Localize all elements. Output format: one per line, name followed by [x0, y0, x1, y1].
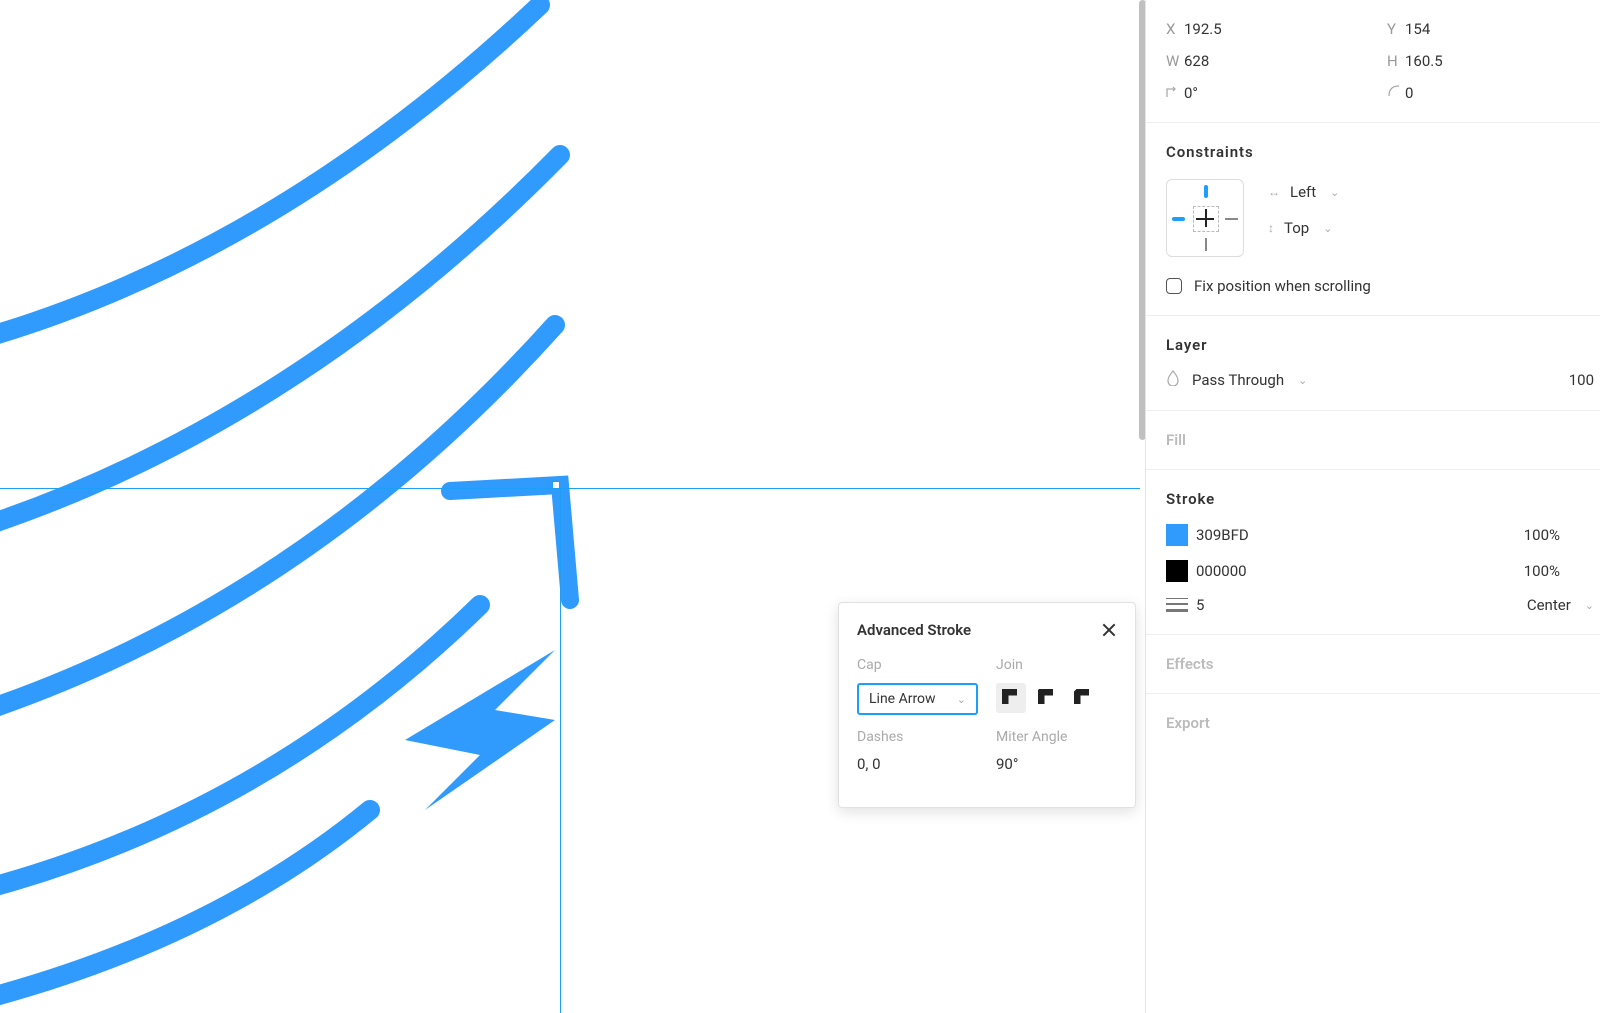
- cap-select[interactable]: Line Arrow ⌄: [857, 683, 978, 715]
- stroke-swatch-1[interactable]: [1166, 560, 1188, 582]
- stroke-section: Stroke 309BFD 100% 000000 100% 5 Center⌄: [1146, 470, 1600, 635]
- layer-title: Layer: [1166, 336, 1600, 354]
- dashes-input[interactable]: 0, 0: [857, 755, 978, 773]
- effects-title: Effects: [1166, 655, 1600, 673]
- popover-title: Advanced Stroke: [857, 621, 971, 639]
- join-miter-button[interactable]: [996, 683, 1026, 713]
- close-icon[interactable]: [1101, 622, 1117, 638]
- join-bevel-button[interactable]: [1068, 683, 1098, 713]
- x-label: X: [1166, 20, 1184, 38]
- chevron-down-icon: ⌄: [1298, 374, 1307, 387]
- constraint-horizontal-select[interactable]: ↔Left⌄: [1268, 183, 1339, 201]
- stroke-opacity-1[interactable]: 100%: [1524, 562, 1560, 580]
- radius-icon: [1387, 84, 1405, 102]
- rotation-icon: [1166, 84, 1184, 102]
- opacity-input[interactable]: 100: [1569, 371, 1594, 389]
- y-input[interactable]: 154: [1405, 20, 1465, 38]
- join-label: Join: [996, 657, 1117, 673]
- constraint-vertical-select[interactable]: ↕Top⌄: [1268, 219, 1339, 237]
- constraints-title: Constraints: [1166, 143, 1600, 161]
- fix-position-label: Fix position when scrolling: [1194, 277, 1371, 295]
- x-input[interactable]: 192.5: [1184, 20, 1244, 38]
- stroke-opacity-0[interactable]: 100%: [1524, 526, 1560, 544]
- chevron-down-icon: ⌄: [957, 693, 966, 706]
- w-input[interactable]: 628: [1184, 52, 1244, 70]
- selection-guide-horizontal: [0, 488, 1140, 489]
- selection-guide-vertical: [560, 488, 561, 1013]
- h-input[interactable]: 160.5: [1405, 52, 1465, 70]
- chevron-down-icon: ⌄: [1585, 599, 1594, 612]
- stroke-hex-0[interactable]: 309BFD: [1196, 526, 1249, 544]
- layer-section: Layer Pass Through⌄ 100: [1146, 316, 1600, 411]
- constraints-section: Constraints ↔Left⌄ ↕Top⌄ Fix position wh…: [1146, 123, 1600, 316]
- advanced-stroke-popover: Advanced Stroke Cap Line Arrow ⌄ Join: [838, 602, 1136, 808]
- miter-label: Miter Angle: [996, 729, 1117, 745]
- stroke-weight-input[interactable]: 5: [1196, 596, 1204, 614]
- w-label: W: [1166, 52, 1184, 70]
- export-section: Export: [1146, 694, 1600, 752]
- blend-mode-select[interactable]: Pass Through⌄: [1192, 371, 1307, 389]
- design-canvas[interactable]: [0, 0, 1140, 1013]
- stroke-title: Stroke: [1166, 490, 1600, 508]
- constraints-widget[interactable]: [1166, 179, 1244, 257]
- fill-section: Fill: [1146, 411, 1600, 470]
- fill-title: Fill: [1166, 431, 1600, 449]
- canvas-artwork: [0, 0, 1140, 1013]
- stroke-align-select[interactable]: Center⌄: [1527, 596, 1594, 614]
- effects-section: Effects: [1146, 635, 1600, 694]
- transform-section: X192.5 Y154 W628 H160.5 0° 0: [1146, 0, 1600, 123]
- join-round-button[interactable]: [1032, 683, 1062, 713]
- blend-icon: [1166, 370, 1184, 390]
- y-label: Y: [1387, 20, 1405, 38]
- stroke-hex-1[interactable]: 000000: [1196, 562, 1247, 580]
- export-title: Export: [1166, 714, 1600, 732]
- inspector-panel: X192.5 Y154 W628 H160.5 0° 0 Constraints: [1145, 0, 1600, 1013]
- dashes-label: Dashes: [857, 729, 978, 745]
- stroke-weight-icon: [1166, 598, 1188, 612]
- cap-label: Cap: [857, 657, 978, 673]
- chevron-down-icon: ⌄: [1330, 186, 1339, 199]
- fix-position-checkbox[interactable]: [1166, 278, 1182, 294]
- selection-handle[interactable]: [552, 481, 560, 489]
- stroke-swatch-0[interactable]: [1166, 524, 1188, 546]
- rotation-input[interactable]: 0°: [1184, 84, 1244, 102]
- h-label: H: [1387, 52, 1405, 70]
- chevron-down-icon: ⌄: [1323, 222, 1332, 235]
- radius-input[interactable]: 0: [1405, 84, 1465, 102]
- miter-input[interactable]: 90°: [996, 755, 1117, 773]
